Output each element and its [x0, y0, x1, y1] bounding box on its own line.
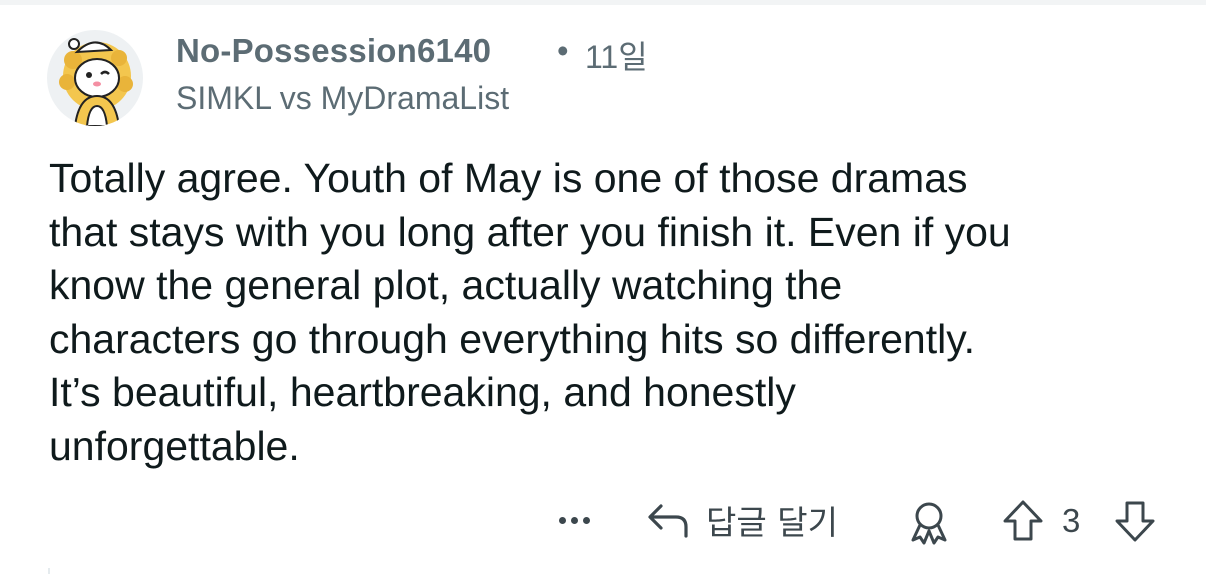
comment-body-line: that stays with you long after you finis…: [49, 208, 1011, 255]
reply-button[interactable]: 답글 달기: [646, 496, 838, 544]
upvote-arrow-icon: [1003, 500, 1043, 541]
comment-body-line: unforgettable.: [49, 422, 300, 469]
comment: No-Possession6140 • 11일 SIMKL vs MyDrama…: [0, 0, 1206, 574]
more-options-button[interactable]: [553, 504, 595, 536]
award-button[interactable]: [905, 498, 953, 546]
vote-count: 3: [1062, 502, 1081, 539]
upvote-button[interactable]: [1000, 498, 1046, 544]
post-title-link[interactable]: SIMKL vs MyDramaList: [176, 80, 509, 117]
award-icon: [911, 502, 947, 545]
comment-timestamp: 11일: [585, 39, 648, 75]
comment-action-bar: 답글 달기 3: [0, 494, 1206, 546]
ellipsis-icon: [558, 516, 566, 524]
comment-body-line: know the general plot, actually watching…: [49, 262, 843, 308]
ellipsis-icon: [570, 516, 578, 524]
reply-label: 답글 달기: [706, 503, 838, 542]
comment-author[interactable]: No-Possession6140: [176, 32, 491, 70]
comment-body: Totally agree. Youth of May is one of th…: [49, 152, 1169, 473]
downvote-arrow-icon: [1115, 501, 1155, 542]
snoo-lion-avatar-icon[interactable]: [47, 30, 143, 126]
meta-separator: •: [557, 32, 569, 69]
comment-body-line: Totally agree. Youth of May is one of th…: [49, 155, 968, 201]
comment-body-line: characters go through everything hits so…: [49, 315, 976, 362]
ellipsis-icon: [582, 516, 590, 524]
thread-line: [48, 568, 50, 574]
reply-arrow-icon: [648, 504, 688, 538]
comment-body-line: It’s beautiful, heartbreaking, and hones…: [49, 369, 796, 415]
downvote-button[interactable]: [1112, 498, 1158, 544]
